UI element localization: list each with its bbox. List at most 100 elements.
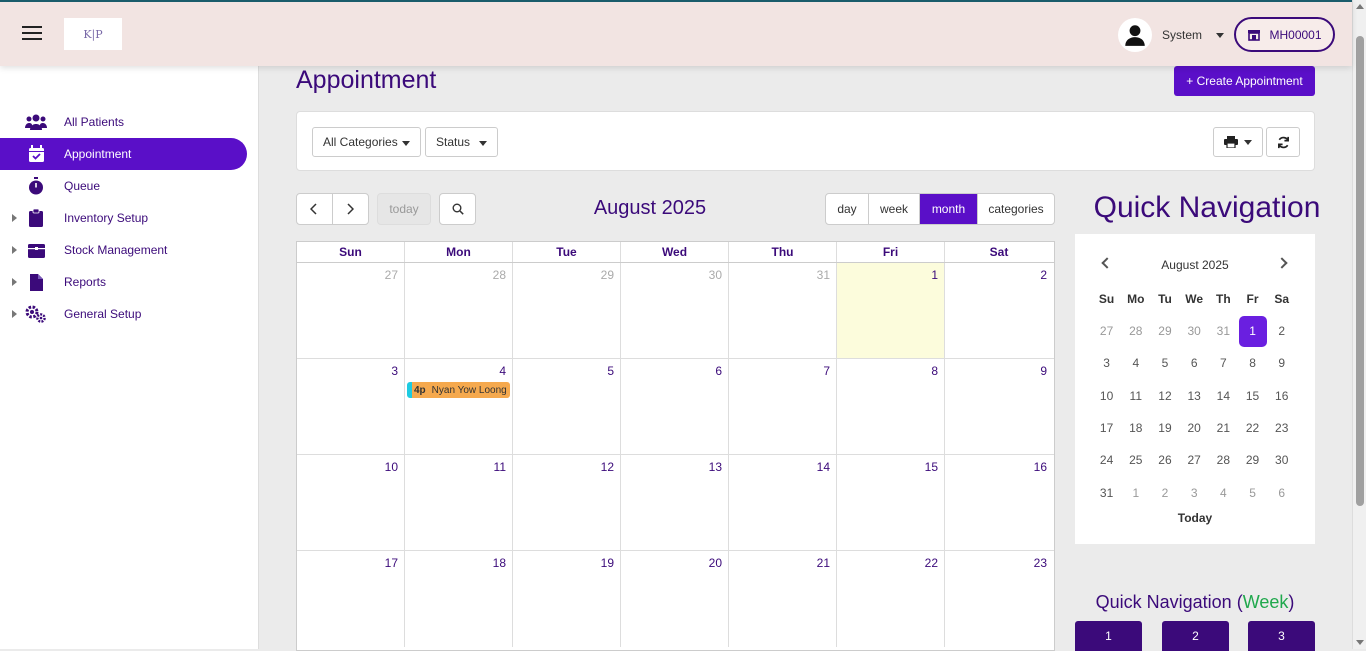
sidebar-item-inventory-setup[interactable]: Inventory Setup	[0, 202, 247, 234]
calendar-next-button[interactable]	[333, 194, 369, 224]
calendar-day-cell[interactable]: 22	[837, 551, 945, 647]
calendar-day-cell[interactable]: 16	[945, 455, 1053, 550]
mini-day[interactable]: 26	[1150, 444, 1179, 476]
mini-day[interactable]: 9	[1267, 347, 1296, 379]
scroll-thumb[interactable]	[1356, 36, 1364, 506]
view-day-button[interactable]: day	[826, 194, 869, 224]
sidebar-item-queue[interactable]: Queue	[0, 170, 247, 202]
user-menu[interactable]: System	[1118, 18, 1225, 52]
week-3-button[interactable]: 3	[1248, 621, 1315, 651]
calendar-day-cell[interactable]: 14	[729, 455, 837, 550]
mini-day[interactable]: 29	[1150, 315, 1179, 347]
view-week-button[interactable]: week	[869, 194, 920, 224]
mini-day[interactable]: 5	[1150, 347, 1179, 379]
view-categories-button[interactable]: categories	[978, 194, 1054, 224]
mini-day[interactable]: 28	[1121, 315, 1150, 347]
sidebar-item-appointment[interactable]: Appointment	[0, 138, 247, 170]
view-month-button[interactable]: month	[920, 194, 978, 224]
calendar-day-cell[interactable]: 13	[621, 455, 729, 550]
calendar-today-button[interactable]: today	[377, 193, 431, 225]
mini-day[interactable]: 31	[1209, 315, 1238, 347]
calendar-day-cell[interactable]: 3	[297, 359, 405, 454]
calendar-day-cell[interactable]: 31	[729, 263, 837, 358]
scroll-down-arrow-icon[interactable]	[1356, 640, 1364, 645]
mini-today-button[interactable]: Today	[1075, 511, 1315, 525]
sidebar-item-stock-management[interactable]: Stock Management	[0, 234, 247, 266]
mini-day[interactable]: 1	[1121, 477, 1150, 509]
calendar-day-cell[interactable]: 17	[297, 551, 405, 647]
mini-day[interactable]: 27	[1180, 444, 1209, 476]
mini-day[interactable]: 28	[1209, 444, 1238, 476]
mini-day[interactable]: 10	[1092, 380, 1121, 412]
mini-day[interactable]: 24	[1092, 444, 1121, 476]
mini-day[interactable]: 23	[1267, 412, 1296, 444]
calendar-day-cell-today[interactable]: 1	[837, 263, 945, 358]
mini-day[interactable]: 30	[1267, 444, 1296, 476]
mini-day[interactable]: 2	[1150, 477, 1179, 509]
mini-day[interactable]: 6	[1267, 477, 1296, 509]
mini-day[interactable]: 2	[1267, 315, 1296, 347]
week-1-button[interactable]: 1	[1075, 621, 1142, 651]
mini-day[interactable]: 14	[1209, 380, 1238, 412]
create-appointment-button[interactable]: + Create Appointment	[1174, 66, 1315, 96]
mini-day[interactable]: 30	[1180, 315, 1209, 347]
mini-day[interactable]: 18	[1121, 412, 1150, 444]
mini-day[interactable]: 27	[1092, 315, 1121, 347]
mini-day[interactable]: 29	[1238, 444, 1267, 476]
mini-day-selected[interactable]: 1	[1238, 315, 1267, 347]
clinic-logo[interactable]: K|P	[64, 18, 122, 50]
calendar-day-cell[interactable]: 12	[513, 455, 621, 550]
sidebar-item-general-setup[interactable]: General Setup	[0, 298, 247, 330]
calendar-day-cell[interactable]: 30	[621, 263, 729, 358]
print-button[interactable]	[1213, 127, 1263, 157]
calendar-day-cell[interactable]: 18	[405, 551, 513, 647]
sidebar-item-reports[interactable]: Reports	[0, 266, 247, 298]
mini-day[interactable]: 22	[1238, 412, 1267, 444]
calendar-prev-button[interactable]	[297, 194, 333, 224]
page-scrollbar[interactable]	[1352, 0, 1366, 649]
mini-day[interactable]: 6	[1180, 347, 1209, 379]
menu-icon[interactable]	[22, 26, 42, 42]
calendar-search-button[interactable]	[439, 193, 476, 225]
calendar-day-cell[interactable]: 8	[837, 359, 945, 454]
branch-button[interactable]: MH00001	[1234, 17, 1335, 52]
mini-day[interactable]: 15	[1238, 380, 1267, 412]
calendar-day-cell[interactable]: 9	[945, 359, 1053, 454]
calendar-day-cell[interactable]: 5	[513, 359, 621, 454]
appointment-event[interactable]: 4p Nyan Yow Loong	[407, 382, 510, 398]
week-2-button[interactable]: 2	[1162, 621, 1229, 651]
calendar-day-cell[interactable]: 27	[297, 263, 405, 358]
mini-day[interactable]: 11	[1121, 380, 1150, 412]
calendar-day-cell[interactable]: 23	[945, 551, 1053, 647]
mini-day[interactable]: 19	[1150, 412, 1179, 444]
mini-day[interactable]: 20	[1180, 412, 1209, 444]
calendar-day-cell[interactable]: 19	[513, 551, 621, 647]
calendar-day-cell[interactable]: 11	[405, 455, 513, 550]
calendar-day-cell[interactable]: 7	[729, 359, 837, 454]
calendar-day-cell[interactable]: 4 4p Nyan Yow Loong	[405, 359, 513, 454]
mini-day[interactable]: 3	[1180, 477, 1209, 509]
calendar-day-cell[interactable]: 10	[297, 455, 405, 550]
calendar-day-cell[interactable]: 15	[837, 455, 945, 550]
mini-day[interactable]: 16	[1267, 380, 1296, 412]
mini-day[interactable]: 7	[1209, 347, 1238, 379]
mini-day[interactable]: 13	[1180, 380, 1209, 412]
calendar-day-cell[interactable]: 29	[513, 263, 621, 358]
mini-day[interactable]: 4	[1209, 477, 1238, 509]
calendar-day-cell[interactable]: 21	[729, 551, 837, 647]
calendar-day-cell[interactable]: 20	[621, 551, 729, 647]
sidebar-item-all-patients[interactable]: All Patients	[0, 106, 247, 138]
mini-day[interactable]: 25	[1121, 444, 1150, 476]
scroll-up-arrow-icon[interactable]	[1356, 4, 1364, 9]
mini-day[interactable]: 21	[1209, 412, 1238, 444]
calendar-day-cell[interactable]: 28	[405, 263, 513, 358]
calendar-day-cell[interactable]: 6	[621, 359, 729, 454]
mini-day[interactable]: 12	[1150, 380, 1179, 412]
mini-day[interactable]: 4	[1121, 347, 1150, 379]
mini-day[interactable]: 17	[1092, 412, 1121, 444]
mini-day[interactable]: 3	[1092, 347, 1121, 379]
status-filter-select[interactable]: Status	[425, 127, 498, 157]
calendar-day-cell[interactable]: 2	[945, 263, 1053, 358]
mini-day[interactable]: 5	[1238, 477, 1267, 509]
mini-day[interactable]: 31	[1092, 477, 1121, 509]
